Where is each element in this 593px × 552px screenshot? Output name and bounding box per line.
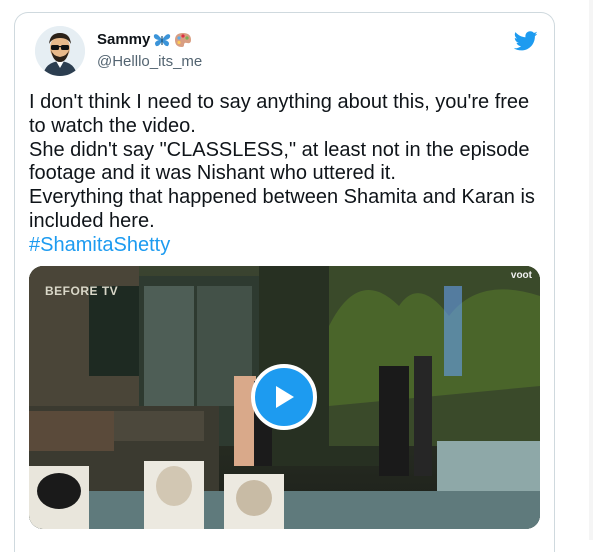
video-thumbnail[interactable]: BEFORE TV voot bbox=[29, 266, 540, 529]
twitter-bird-icon[interactable] bbox=[514, 29, 538, 53]
artist-palette-icon bbox=[175, 32, 192, 47]
author-name-row[interactable]: Sammy bbox=[97, 31, 192, 48]
play-icon bbox=[276, 386, 294, 408]
watermark-right: voot bbox=[510, 270, 532, 281]
avatar-image bbox=[35, 26, 85, 76]
display-name[interactable]: Sammy bbox=[97, 31, 150, 48]
watermark-left: BEFORE TV bbox=[45, 284, 119, 298]
hashtag-link[interactable]: #ShamitaShetty bbox=[29, 234, 544, 258]
butterfly-icon bbox=[154, 33, 171, 46]
tweet-card[interactable]: Sammy @Helllo_its_me I don't think I nee… bbox=[14, 12, 555, 552]
tweet-body: I don't think I need to say anything abo… bbox=[29, 91, 544, 258]
avatar[interactable] bbox=[35, 26, 85, 76]
tweet-text: I don't think I need to say anything abo… bbox=[29, 91, 535, 232]
scrollbar[interactable] bbox=[589, 0, 593, 540]
play-button[interactable] bbox=[251, 364, 317, 430]
author-handle[interactable]: @Helllo_its_me bbox=[97, 53, 202, 70]
